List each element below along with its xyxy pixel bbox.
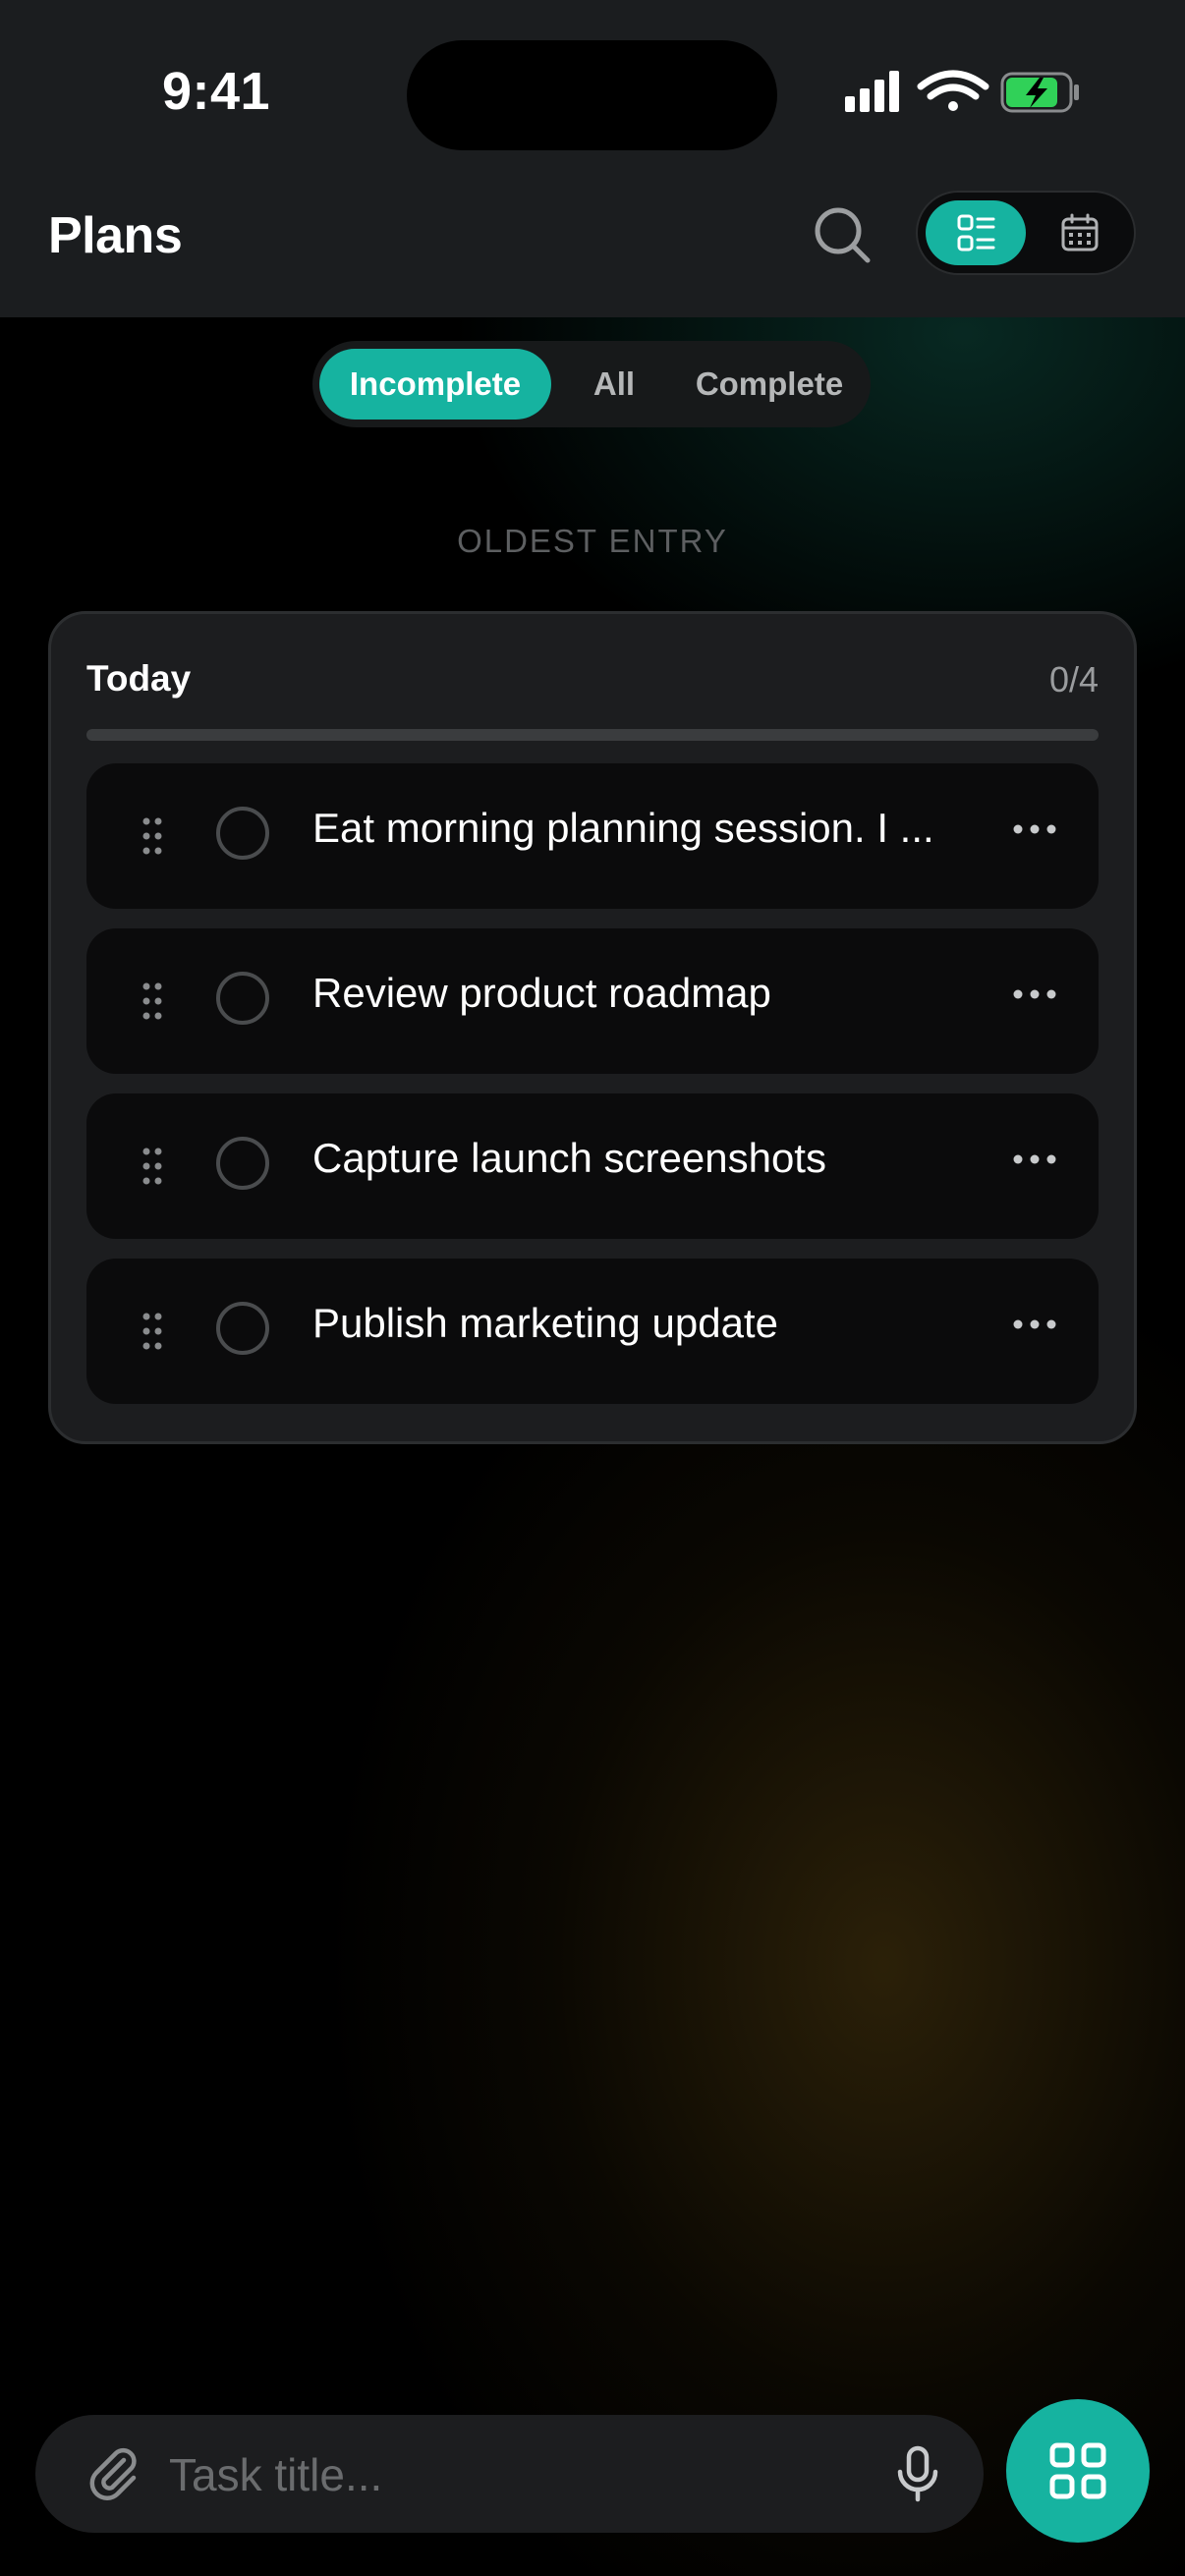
task-group-card: Today 0/4 Eat morning planning session. … xyxy=(48,611,1137,1444)
task-title: Review product roadmap xyxy=(312,970,771,1016)
group-title: Today xyxy=(86,658,192,699)
more-options-icon[interactable] xyxy=(1010,1145,1059,1174)
dynamic-island xyxy=(407,40,777,150)
status-time: 9:41 xyxy=(161,62,271,121)
drag-handle-icon[interactable] xyxy=(141,1312,163,1351)
quick-actions-button[interactable] xyxy=(1006,2399,1150,2543)
page-title: Plans xyxy=(48,207,183,264)
task-checkbox[interactable] xyxy=(216,972,269,1025)
battery-charging-icon xyxy=(1000,72,1079,113)
task-row[interactable]: Eat morning planning session. I ... xyxy=(86,763,1099,909)
top-bar: 9:41 Plans xyxy=(0,0,1185,317)
filter-complete[interactable]: Complete xyxy=(676,349,863,420)
task-title: Eat morning planning session. I ... xyxy=(312,805,934,851)
task-row[interactable]: Capture launch screenshots xyxy=(86,1093,1099,1239)
task-title: Capture launch screenshots xyxy=(312,1135,826,1181)
task-checkbox[interactable] xyxy=(216,1302,269,1355)
cellular-signal-icon xyxy=(845,71,899,112)
wifi-icon xyxy=(917,70,989,111)
calendar-view-icon xyxy=(1061,213,1099,252)
calendar-view-button[interactable] xyxy=(1034,200,1126,265)
search-icon[interactable] xyxy=(812,204,873,265)
list-view-button[interactable] xyxy=(926,200,1026,265)
view-toggle xyxy=(916,191,1136,275)
task-title-input[interactable] xyxy=(167,2435,878,2515)
status-icons xyxy=(845,70,1079,113)
more-options-icon[interactable] xyxy=(1010,1310,1059,1339)
task-checkbox[interactable] xyxy=(216,807,269,860)
list-view-icon xyxy=(957,214,995,252)
more-options-icon[interactable] xyxy=(1010,814,1059,844)
filter-all[interactable]: All xyxy=(560,349,668,420)
more-options-icon[interactable] xyxy=(1010,980,1059,1009)
microphone-icon[interactable] xyxy=(886,2442,949,2505)
grid-icon xyxy=(1049,2442,1106,2499)
task-composer xyxy=(35,2415,984,2533)
group-count: 0/4 xyxy=(1048,659,1099,700)
drag-handle-icon[interactable] xyxy=(141,981,163,1021)
group-progress-bar xyxy=(86,729,1099,741)
drag-handle-icon[interactable] xyxy=(141,1147,163,1186)
filter-segmented-control: Incomplete All Complete xyxy=(312,341,871,427)
paperclip-icon[interactable] xyxy=(85,2444,143,2503)
filter-incomplete[interactable]: Incomplete xyxy=(319,349,551,420)
drag-handle-icon[interactable] xyxy=(141,816,163,856)
task-checkbox[interactable] xyxy=(216,1137,269,1190)
task-title: Publish marketing update xyxy=(312,1300,778,1346)
task-row[interactable]: Review product roadmap xyxy=(86,928,1099,1074)
task-row[interactable]: Publish marketing update xyxy=(86,1259,1099,1404)
section-label: OLDEST ENTRY xyxy=(457,523,728,559)
